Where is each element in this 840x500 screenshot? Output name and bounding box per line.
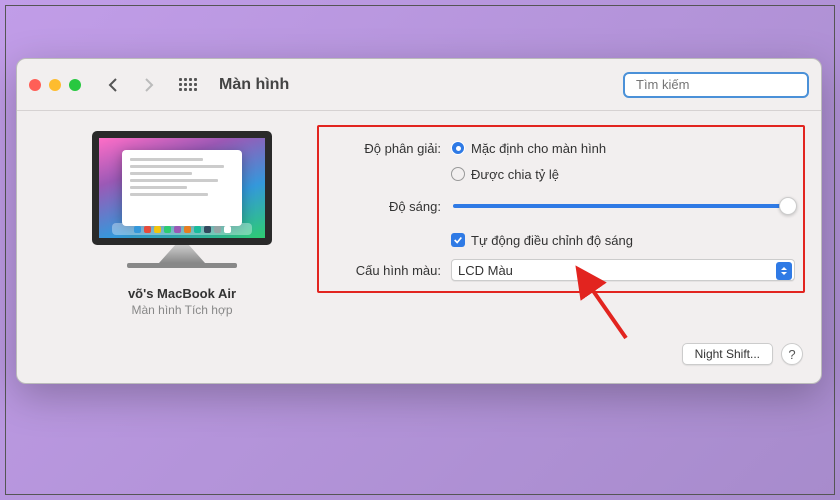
device-name: võ's MacBook Air: [128, 286, 236, 301]
content-body: võ's MacBook Air Màn hình Tích hợp Độ ph…: [17, 111, 821, 383]
resolution-label: Độ phân giải:: [327, 141, 441, 156]
screenshot-frame: Màn hình: [5, 5, 835, 495]
dock-preview: [112, 223, 252, 235]
close-icon[interactable]: [29, 79, 41, 91]
brightness-label: Độ sáng:: [327, 199, 441, 214]
show-all-icon[interactable]: [179, 78, 197, 91]
device-subtitle: Màn hình Tích hợp: [131, 303, 232, 317]
chevron-updown-icon: [776, 262, 792, 280]
preferences-window: Màn hình: [16, 58, 822, 384]
window-controls: [29, 79, 81, 91]
wallpaper-preview: [122, 150, 242, 226]
pane-title: Màn hình: [219, 76, 289, 94]
toolbar: Màn hình: [17, 59, 821, 111]
night-shift-button[interactable]: Night Shift...: [682, 343, 773, 365]
minimize-icon[interactable]: [49, 79, 61, 91]
highlighted-settings: Độ phân giải: Mặc định cho màn hình Được…: [317, 125, 805, 293]
display-sidebar: võ's MacBook Air Màn hình Tích hợp: [67, 125, 297, 365]
brightness-slider[interactable]: [453, 204, 795, 208]
display-thumbnail[interactable]: [87, 131, 277, 268]
zoom-icon[interactable]: [69, 79, 81, 91]
forward-button[interactable]: [135, 71, 163, 99]
color-profile-select[interactable]: LCD Màu: [451, 259, 795, 281]
search-input[interactable]: [636, 77, 812, 92]
resolution-default-text[interactable]: Mặc định cho màn hình: [471, 141, 606, 156]
resolution-scaled-text[interactable]: Được chia tỷ lệ: [471, 167, 559, 182]
brightness-thumb[interactable]: [779, 197, 797, 215]
auto-brightness-checkbox[interactable]: [451, 233, 465, 247]
color-profile-label: Cấu hình màu:: [327, 263, 441, 278]
resolution-default-radio[interactable]: [451, 141, 465, 155]
color-profile-value: LCD Màu: [458, 263, 788, 278]
auto-brightness-label[interactable]: Tự động điều chỉnh độ sáng: [471, 233, 633, 248]
back-button[interactable]: [99, 71, 127, 99]
settings-main: Độ phân giải: Mặc định cho màn hình Được…: [317, 125, 805, 365]
footer-buttons: Night Shift... ?: [317, 343, 805, 365]
resolution-scaled-radio[interactable]: [451, 167, 465, 181]
help-button[interactable]: ?: [781, 343, 803, 365]
search-field[interactable]: [623, 72, 809, 98]
